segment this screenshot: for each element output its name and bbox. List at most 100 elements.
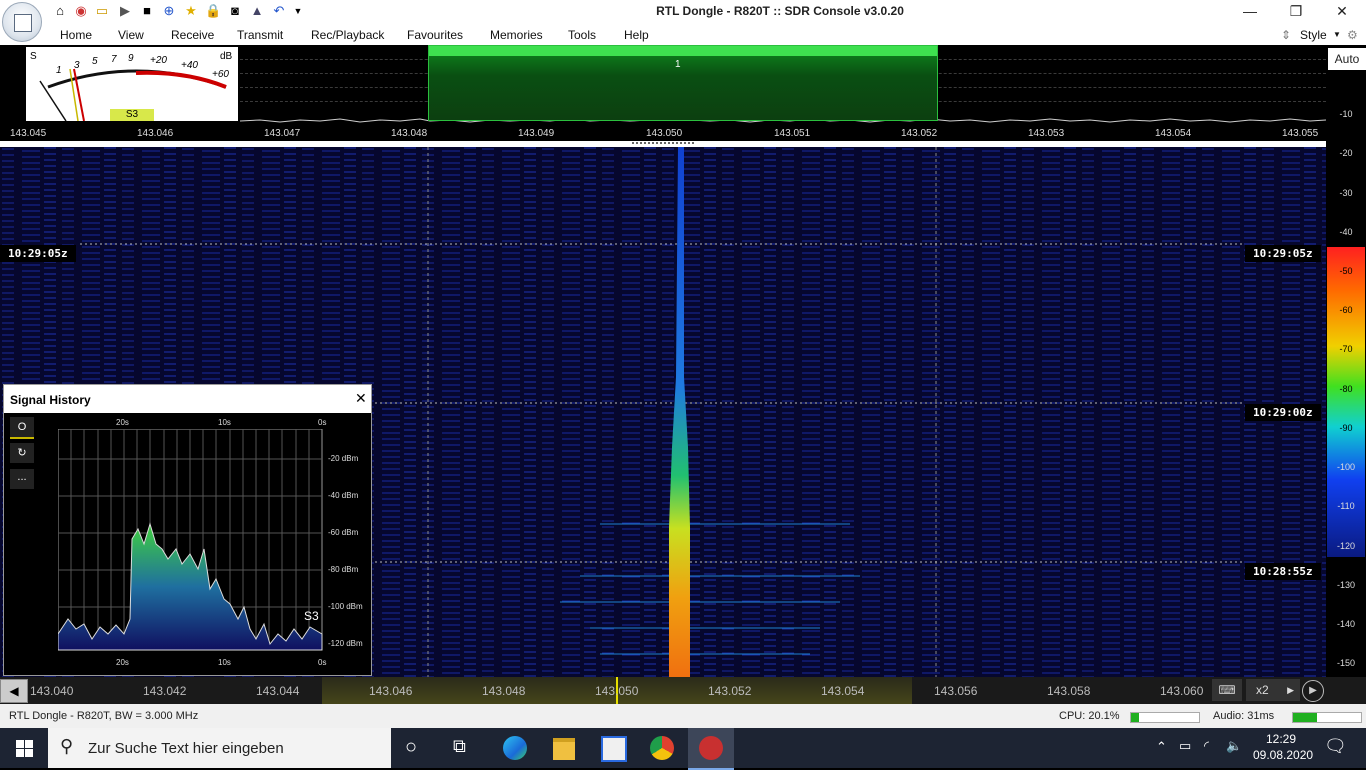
freq-label: 143.045	[10, 128, 47, 139]
store-icon[interactable]	[601, 736, 627, 762]
tuning-freq-label: 143.056	[934, 684, 978, 698]
s-meter-tick: 7	[111, 54, 117, 65]
taskbar-search[interactable]: ⚲ Zur Suche Text hier eingeben	[48, 728, 391, 768]
freq-label: 143.049	[518, 128, 555, 139]
style-dropdown[interactable]: Style	[1300, 28, 1327, 42]
s-meter-tick: +40	[181, 60, 198, 71]
freq-label: 143.051	[774, 128, 811, 139]
notifications-icon[interactable]: 🗨	[1324, 736, 1347, 757]
menu-home[interactable]: Home	[60, 28, 92, 42]
tuning-freq-label: 143.052	[708, 684, 752, 698]
timestamp-right: 10:29:05z	[1245, 245, 1321, 262]
tuning-freq-label: 143.042	[143, 684, 187, 698]
edge-icon[interactable]	[503, 736, 527, 760]
keyboard-icon[interactable]: ⌨	[1212, 679, 1242, 701]
s-meter-reading: S3	[110, 109, 154, 121]
signal-history-plot	[58, 429, 323, 651]
freq-label: 143.055	[1282, 128, 1319, 139]
task-view-icon[interactable]: ⧉	[453, 736, 466, 757]
menu-transmit[interactable]: Transmit	[237, 28, 283, 42]
history-time-label: 10s	[218, 658, 231, 667]
audio-meter	[1292, 712, 1362, 723]
chrome-icon[interactable]	[650, 736, 674, 760]
menu-favourites[interactable]: Favourites	[407, 28, 463, 42]
db-tick: -150	[1336, 658, 1355, 668]
signal-history-header[interactable]: Signal History ✕	[4, 385, 371, 413]
history-dbm-label: -80 dBm	[328, 565, 359, 574]
history-time-label: 20s	[116, 658, 129, 667]
db-tick: -140	[1336, 619, 1355, 629]
s-meter-tick: 5	[92, 56, 98, 67]
audio-status: Audio: 31ms	[1213, 710, 1275, 722]
s-meter-tick: 1	[56, 65, 62, 76]
menu-view[interactable]: View	[118, 28, 144, 42]
history-dbm-label: -100 dBm	[328, 602, 363, 611]
menu-help[interactable]: Help	[624, 28, 649, 42]
file-explorer-icon[interactable]	[553, 738, 575, 760]
db-tick: -110	[1337, 501, 1355, 511]
minimize-button[interactable]: —	[1227, 0, 1273, 24]
clock-time[interactable]: 12:29	[1266, 732, 1296, 746]
tray-chevron-icon[interactable]: ⌃	[1156, 739, 1167, 755]
tuning-freq-label: 143.048	[482, 684, 526, 698]
db-tick: -90	[1339, 423, 1353, 433]
history-more-button[interactable]: ...	[10, 469, 34, 489]
db-tick: -30	[1339, 188, 1353, 198]
history-time-label: 20s	[116, 418, 129, 427]
freq-label: 143.053	[1028, 128, 1065, 139]
wifi-icon[interactable]: ◜	[1204, 738, 1209, 754]
menu-receive[interactable]: Receive	[171, 28, 214, 42]
freq-label: 143.054	[1155, 128, 1192, 139]
restore-button[interactable]: ❐	[1273, 0, 1319, 24]
tuning-freq-label: 143.044	[256, 684, 300, 698]
history-dbm-label: -20 dBm	[328, 454, 359, 463]
s-meter-tick: 3	[74, 60, 80, 71]
db-scale[interactable]: -10 -20 -30 -40 -50 -60 -70 -80 -90 -100…	[1326, 45, 1366, 677]
s-meter-tick: 9	[128, 53, 134, 64]
volume-icon[interactable]: 🔈	[1226, 738, 1242, 754]
db-tick: -40	[1339, 227, 1353, 237]
menu-memories[interactable]: Memories	[490, 28, 543, 42]
windows-start-icon[interactable]	[16, 740, 33, 757]
signal-history-title: Signal History	[10, 393, 91, 407]
db-tick: -100	[1336, 462, 1355, 472]
scroll-left-button[interactable]: ◀	[0, 679, 28, 703]
tuning-freq-label: 143.058	[1047, 684, 1091, 698]
timestamp-left: 10:29:05z	[0, 245, 76, 262]
sdr-console-taskbar-button[interactable]	[688, 728, 734, 770]
history-refresh-button[interactable]: ↻	[10, 443, 34, 463]
filter-passband[interactable]: 1	[428, 45, 938, 121]
freq-label: 143.046	[137, 128, 174, 139]
db-tick: -70	[1339, 344, 1353, 354]
timestamp-right: 10:29:00z	[1245, 404, 1321, 421]
auto-scale-button[interactable]: Auto	[1328, 48, 1366, 70]
freq-label: 143.048	[391, 128, 428, 139]
cortana-icon[interactable]: ○	[405, 736, 417, 759]
db-tick: -80	[1339, 384, 1353, 394]
scroll-right-button[interactable]: ▶	[1302, 680, 1324, 702]
menu-tools[interactable]: Tools	[568, 28, 596, 42]
history-time-label: 0s	[318, 418, 327, 427]
tuning-freq-label: 143.046	[369, 684, 413, 698]
s-meter-tick: +20	[150, 55, 167, 66]
menu-rec-playback[interactable]: Rec/Playback	[311, 28, 384, 42]
window-title: RTL Dongle - R820T :: SDR Console v3.0.2…	[656, 4, 904, 18]
battery-icon[interactable]: ▭	[1179, 738, 1191, 754]
style-chevron-icon[interactable]: ▼	[1333, 30, 1341, 39]
clock-date[interactable]: 09.08.2020	[1253, 748, 1313, 762]
style-sort-icon[interactable]: ⇕	[1281, 28, 1291, 42]
db-tick: -120	[1336, 541, 1355, 551]
app-menu-button[interactable]	[2, 2, 42, 42]
history-reset-button[interactable]: O	[10, 417, 34, 439]
signal-history-close-icon[interactable]: ✕	[355, 390, 367, 407]
history-time-label: 0s	[318, 658, 327, 667]
settings-gear-icon[interactable]: ⚙	[1347, 28, 1358, 42]
tuning-freq-label: 143.050	[595, 684, 639, 698]
tuning-freq-label: 143.054	[821, 684, 865, 698]
zoom-selector[interactable]: x2 ▶	[1246, 679, 1300, 701]
history-dbm-label: -60 dBm	[328, 528, 359, 537]
close-button[interactable]: ✕	[1319, 0, 1365, 24]
menu-bar: Home View Receive Transmit Rec/Playback …	[0, 24, 1366, 46]
tuning-bar[interactable]: ◀ 143.040 143.042 143.044 143.046 143.04…	[0, 677, 1366, 704]
s-meter-tick: +60	[212, 69, 229, 80]
